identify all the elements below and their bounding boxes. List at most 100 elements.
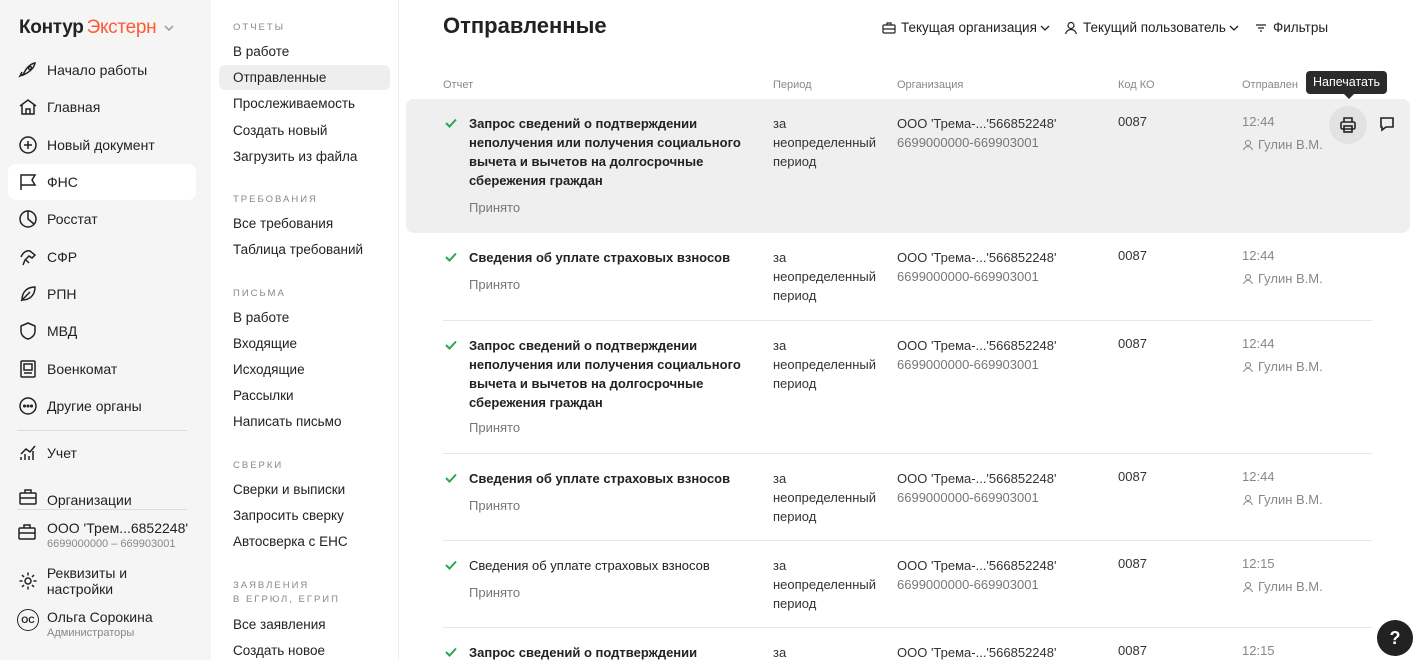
sidebar-item-label: Учет	[47, 445, 77, 461]
sidebar-item-label: СФР	[47, 249, 78, 265]
check-icon	[445, 340, 457, 350]
app-logo[interactable]: Контур Экстерн	[19, 17, 175, 39]
report-title[interactable]: Сведения об уплате страховых взносов	[469, 469, 749, 488]
page-title: Отправленные	[443, 13, 607, 38]
chevron-down-icon	[1040, 25, 1050, 31]
filters-button[interactable]: Фильтры	[1254, 20, 1328, 35]
sidebar-item-label: РПН	[47, 286, 77, 302]
sidebar-item-new-document[interactable]: Новый документ	[8, 127, 196, 163]
sidebar-item-rpn[interactable]: РПН	[8, 276, 196, 312]
table-row[interactable]: Запрос сведений о подтверждении за ООО '…	[406, 628, 1410, 660]
column-header-organization[interactable]: Организация	[897, 79, 963, 91]
report-time: 12:44	[1242, 114, 1275, 129]
report-organization: ООО 'Трема-...'566852248' 6699000000-6699…	[897, 250, 1057, 284]
sidebar-item-voenkomat[interactable]: Военкомат	[8, 351, 196, 387]
report-time: 12:15	[1242, 643, 1275, 658]
check-icon	[445, 647, 457, 657]
sidebar-item-settings[interactable]: Реквизиты и настройки	[8, 563, 196, 599]
submenu-item[interactable]: Таблица требований	[219, 237, 390, 262]
report-organization: ООО 'Трема-...'566852248' 6699000000-6699…	[897, 558, 1057, 592]
printer-icon	[1340, 117, 1356, 133]
submenu-item[interactable]: Написать письмо	[219, 409, 390, 434]
chart-icon	[17, 442, 39, 464]
rocket-icon	[17, 59, 39, 81]
table-row[interactable]: Сведения об уплате страховых взносов При…	[406, 454, 1410, 541]
report-title[interactable]: Запрос сведений о подтверждении неполучен…	[469, 336, 749, 412]
briefcase-icon	[17, 486, 39, 508]
report-period: за неопределенный период	[773, 250, 877, 303]
report-period: за неопределенный период	[773, 471, 877, 524]
sidebar-item-label: Организации	[47, 492, 132, 508]
submenu-item[interactable]: Все заявления	[219, 612, 390, 637]
comment-button[interactable]	[1374, 111, 1400, 137]
table-row[interactable]: Запрос сведений о подтверждении неполучен…	[406, 321, 1410, 454]
report-title[interactable]: Сведения об уплате страховых взносов	[469, 248, 749, 267]
submenu-item[interactable]: В работе	[219, 305, 390, 330]
submenu-item[interactable]: Автосверка с ЕНС	[219, 529, 390, 554]
sidebar-item-mvd[interactable]: МВД	[8, 313, 196, 349]
submenu-item[interactable]: Рассылки	[219, 383, 390, 408]
user-icon	[1242, 139, 1254, 150]
user-filter-dropdown[interactable]: Текущий пользователь	[1064, 20, 1244, 35]
submenu-item[interactable]: Загрузить из файла	[219, 144, 390, 169]
sidebar-item-organizations[interactable]: Организации	[8, 482, 196, 508]
submenu-section-title: СВЕРКИ	[233, 460, 284, 471]
column-header-sent[interactable]: Отправлен	[1242, 79, 1298, 91]
column-header-period[interactable]: Период	[773, 79, 812, 91]
report-status: Принято	[469, 277, 521, 292]
table-row[interactable]: Сведения об уплате страховых взносов При…	[406, 541, 1410, 628]
sidebar-item-sfr[interactable]: СФР	[8, 239, 196, 275]
org-name: ООО 'Трем...6852248'	[47, 520, 189, 536]
briefcase-icon	[882, 21, 896, 34]
report-code: 0087	[1118, 469, 1147, 484]
submenu-item[interactable]: Прослеживаемость	[219, 91, 390, 116]
sidebar-item-fns[interactable]: ФНС	[8, 164, 196, 200]
sidebar-item-label: Главная	[47, 99, 101, 115]
sidebar-item-rosstat[interactable]: Росстат	[8, 201, 196, 237]
report-title[interactable]: Запрос сведений о подтверждении неполучен…	[469, 114, 749, 190]
sidebar-item-home[interactable]: Главная	[8, 89, 196, 125]
comment-icon	[1380, 117, 1394, 132]
submenu-item[interactable]: Входящие	[219, 331, 390, 356]
report-title[interactable]: Сведения об уплате страховых взносов	[469, 556, 749, 575]
print-button[interactable]	[1329, 106, 1367, 144]
plus-circle-icon	[17, 134, 39, 156]
report-organization: ООО 'Трема-...'566852248' 6699000000-6699…	[897, 471, 1057, 505]
report-status: Принято	[469, 200, 521, 215]
sidebar-item-accounting[interactable]: Учет	[8, 435, 196, 471]
sidebar-item-start[interactable]: Начало работы	[8, 52, 196, 88]
submenu-item[interactable]: Все требования	[219, 211, 390, 236]
table-row[interactable]: Запрос сведений о подтверждении неполучен…	[406, 99, 1410, 233]
submenu-item[interactable]: В работе	[219, 39, 390, 64]
sidebar-item-label: Реквизиты и настройки	[46, 565, 128, 597]
help-button[interactable]: ?	[1377, 620, 1413, 656]
more-circle-icon	[17, 395, 39, 417]
check-icon	[445, 473, 457, 483]
report-user: Гулин В.М.	[1242, 359, 1323, 374]
sidebar-item-other[interactable]: Другие органы	[8, 388, 196, 424]
current-organization[interactable]: ООО 'Трем...6852248' 6699000000 – 669903…	[17, 520, 188, 551]
column-header-report[interactable]: Отчет	[443, 79, 473, 91]
briefcase-icon	[17, 522, 39, 547]
column-header-code[interactable]: Код КО	[1118, 79, 1155, 91]
submenu-item[interactable]: Создать новый	[219, 118, 390, 143]
submenu-item[interactable]: Запросить сверку	[219, 503, 390, 528]
user-icon	[1242, 273, 1254, 284]
report-title[interactable]: Запрос сведений о подтверждении	[469, 643, 749, 660]
sidebar-item-label: МВД	[47, 323, 78, 339]
report-organization: ООО 'Трема-...'566852248' 6699000000-6699…	[897, 338, 1057, 372]
submenu-item[interactable]: Создать новое	[219, 638, 390, 660]
sidebar-divider	[17, 430, 187, 431]
filters-label: Фильтры	[1273, 20, 1329, 35]
org-filter-dropdown[interactable]: Текущая организация	[882, 20, 1055, 35]
shield-icon	[17, 320, 39, 342]
submenu-item[interactable]: Исходящие	[219, 357, 390, 382]
submenu-item[interactable]: Сверки и выписки	[219, 477, 390, 502]
report-organization: ООО 'Трема-...'566852248'	[897, 645, 1057, 660]
user-name: Ольга Сорокина	[47, 609, 153, 625]
submenu-item-sent[interactable]: Отправленные	[219, 65, 390, 90]
sidebar-item-label: Военкомат	[47, 361, 118, 377]
current-user[interactable]: ОС Ольга Сорокина Администраторы	[17, 609, 153, 640]
report-code: 0087	[1118, 248, 1147, 263]
table-row[interactable]: Сведения об уплате страховых взносов При…	[406, 233, 1410, 321]
